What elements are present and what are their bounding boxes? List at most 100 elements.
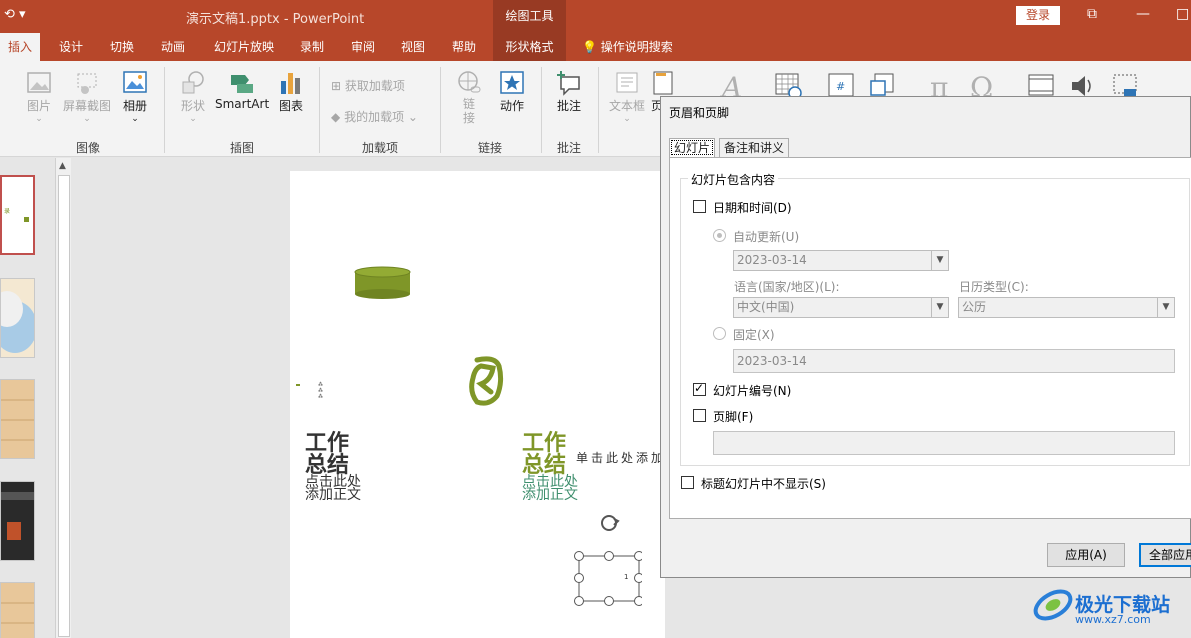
chevron-down-icon: ⌄ (131, 114, 139, 124)
get-addins-button[interactable]: ⊞ 获取加载项 (331, 77, 405, 94)
drawing-tools-header: 绘图工具 (493, 0, 566, 33)
slide-thumbnail[interactable]: 录 (0, 175, 35, 255)
tab-help[interactable]: 帮助 (443, 33, 485, 61)
illustrations-group-label: 插图 (229, 141, 254, 155)
album-label: 相册 (122, 99, 147, 113)
slide-number-checkbox[interactable] (693, 381, 706, 396)
header-footer-icon (653, 71, 673, 95)
shapes-icon (182, 71, 204, 94)
title-left-line1: 工作 (305, 431, 350, 456)
chevron-down-icon: ⌄ (189, 114, 197, 124)
action-button[interactable]: 动作 (495, 69, 529, 114)
tab-insert[interactable]: 插入 (0, 33, 40, 61)
album-button[interactable]: 相册 ⌄ (118, 69, 152, 124)
scroll-up-icon[interactable]: ▲ (59, 161, 66, 171)
slide-subtitle-left[interactable]: 点击此处 添加正文 (305, 475, 361, 503)
chevron-down-icon: ⌄ (407, 110, 418, 124)
language-select[interactable]: 中文(中国) ▼ (733, 297, 949, 318)
login-button[interactable]: 登录 (1016, 6, 1060, 25)
slide-title-right[interactable]: 工作 总结 (522, 433, 566, 477)
shapes-button[interactable]: 形状 ⌄ (176, 69, 210, 124)
tab-slide[interactable]: 幻灯片 (669, 138, 716, 157)
slide-canvas[interactable]: ⁂ ⁂ ⁂ 工作 总结 点击此处 添加正文 工作 总结 点击此处 添加正文 单击此处… (290, 171, 665, 638)
comments-group-label: 批注 (556, 141, 581, 155)
footer-checkbox[interactable] (693, 409, 706, 422)
textbox-button[interactable]: 文本框 ⌄ (607, 69, 647, 124)
fixed-date-label: 固定(X) (733, 328, 775, 342)
dialog-title: 页眉和页脚 (669, 106, 730, 120)
comment-icon (557, 71, 580, 96)
language-value: 中文(中国) (737, 300, 795, 314)
chart-button[interactable]: 图表 (276, 69, 306, 114)
auto-update-radio[interactable] (713, 229, 726, 242)
screenshot-button[interactable]: 屏幕截图 ⌄ (62, 69, 112, 124)
thumbnail-scrollbar[interactable]: ▲ (55, 158, 71, 638)
slide-subtitle-right[interactable]: 点击此处 添加正文 (522, 475, 578, 502)
comment-button[interactable]: 批注 (552, 69, 586, 114)
title-bar: ⟲ ▾ 演示文稿1.pptx - PowerPoint 绘图工具 登录 ⧉ — … (0, 0, 1191, 33)
auto-date-value: 2023-03-14 (737, 253, 807, 267)
screenshot-label: 屏幕截图 (62, 99, 111, 113)
quick-access-icon[interactable]: ⟲ ▾ (4, 7, 26, 22)
slide-thumbnail[interactable] (0, 481, 35, 561)
footer-text-input[interactable] (713, 431, 1175, 455)
tab-design[interactable]: 设计 (50, 33, 92, 61)
calendar-type-label: 日历类型(C): (959, 280, 1029, 294)
group-divider (440, 67, 441, 153)
image-group-label: 图像 (75, 141, 100, 155)
slide-title-left[interactable]: 工作 总结 (305, 433, 349, 477)
slide-thumbnail[interactable] (0, 379, 35, 459)
auto-update-label: 自动更新(U) (733, 230, 800, 244)
tab-view[interactable]: 视图 (392, 33, 434, 61)
chart-icon (281, 73, 300, 94)
slide-thumbnail-preview (1, 399, 34, 441)
addins-group-label: 加载项 (361, 141, 398, 155)
tab-record[interactable]: 录制 (291, 33, 333, 61)
calendar-type-select[interactable]: 公历 ▼ (958, 297, 1175, 318)
ribbon-display-icon[interactable]: ⧉ (1087, 6, 1097, 22)
photo-album-icon (123, 71, 147, 93)
my-addins-button[interactable]: ◆ 我的加载项 ⌄ (331, 108, 418, 125)
picture-icon (27, 72, 51, 93)
my-addins-label: 我的加载项 (344, 110, 405, 124)
selected-shape-handles[interactable] (570, 511, 642, 607)
group-divider (319, 67, 320, 153)
tab-animations[interactable]: 动画 (152, 33, 194, 61)
lightbulb-icon: 💡 (582, 40, 597, 54)
tell-me-search[interactable]: 💡 操作说明搜索 (582, 33, 673, 61)
scrollbar-thumb[interactable] (58, 175, 70, 637)
chevron-down-icon: ⌄ (83, 114, 91, 124)
slide-side-text[interactable]: 单击此处添加 (576, 449, 666, 466)
tab-notes-handouts[interactable]: 备注和讲义 (719, 138, 790, 157)
slide-thumbnail-preview (0, 291, 37, 353)
apply-all-button[interactable]: 全部应用 (1139, 543, 1191, 567)
smartart-button[interactable]: SmartArt (215, 69, 269, 111)
sub-left-line2: 添加正文 (305, 487, 361, 503)
tab-slideshow[interactable]: 幻灯片放映 (203, 33, 285, 61)
slide-thumbnail[interactable] (0, 582, 35, 638)
maximize-icon[interactable]: □ (1176, 6, 1189, 22)
apply-button[interactable]: 应用(A) (1047, 543, 1125, 567)
tab-shape-format[interactable]: 形状格式 (493, 33, 566, 61)
minimize-icon[interactable]: — (1136, 6, 1150, 22)
slide-thumbnail[interactable] (0, 278, 37, 358)
slide-number-placeholder: 1 (624, 573, 629, 581)
hide-on-title-slide-label: 标题幻灯片中不显示(S) (701, 477, 826, 491)
tab-transitions[interactable]: 切换 (101, 33, 143, 61)
link-button[interactable]: 链接 (452, 69, 486, 125)
hide-on-title-slide-checkbox[interactable] (681, 476, 694, 489)
tab-review[interactable]: 审阅 (342, 33, 384, 61)
cylinder-shape[interactable] (354, 266, 412, 300)
group-divider (164, 67, 165, 153)
date-time-checkbox[interactable] (693, 200, 706, 213)
comment-label: 批注 (556, 99, 581, 113)
fixed-date-input[interactable]: 2023-03-14 (733, 349, 1175, 373)
links-group-label: 链接 (477, 141, 502, 155)
auto-date-select[interactable]: 2023-03-14 ▼ (733, 250, 949, 271)
slide-number-label: 幻灯片编号(N) (713, 384, 792, 398)
chevron-down-icon: ▼ (931, 251, 948, 270)
language-label: 语言(国家/地区)(L): (734, 280, 840, 294)
date-time-label: 日期和时间(D) (713, 201, 792, 215)
fixed-date-radio[interactable] (713, 327, 726, 340)
pictures-button[interactable]: 图片 ⌄ (22, 69, 56, 124)
